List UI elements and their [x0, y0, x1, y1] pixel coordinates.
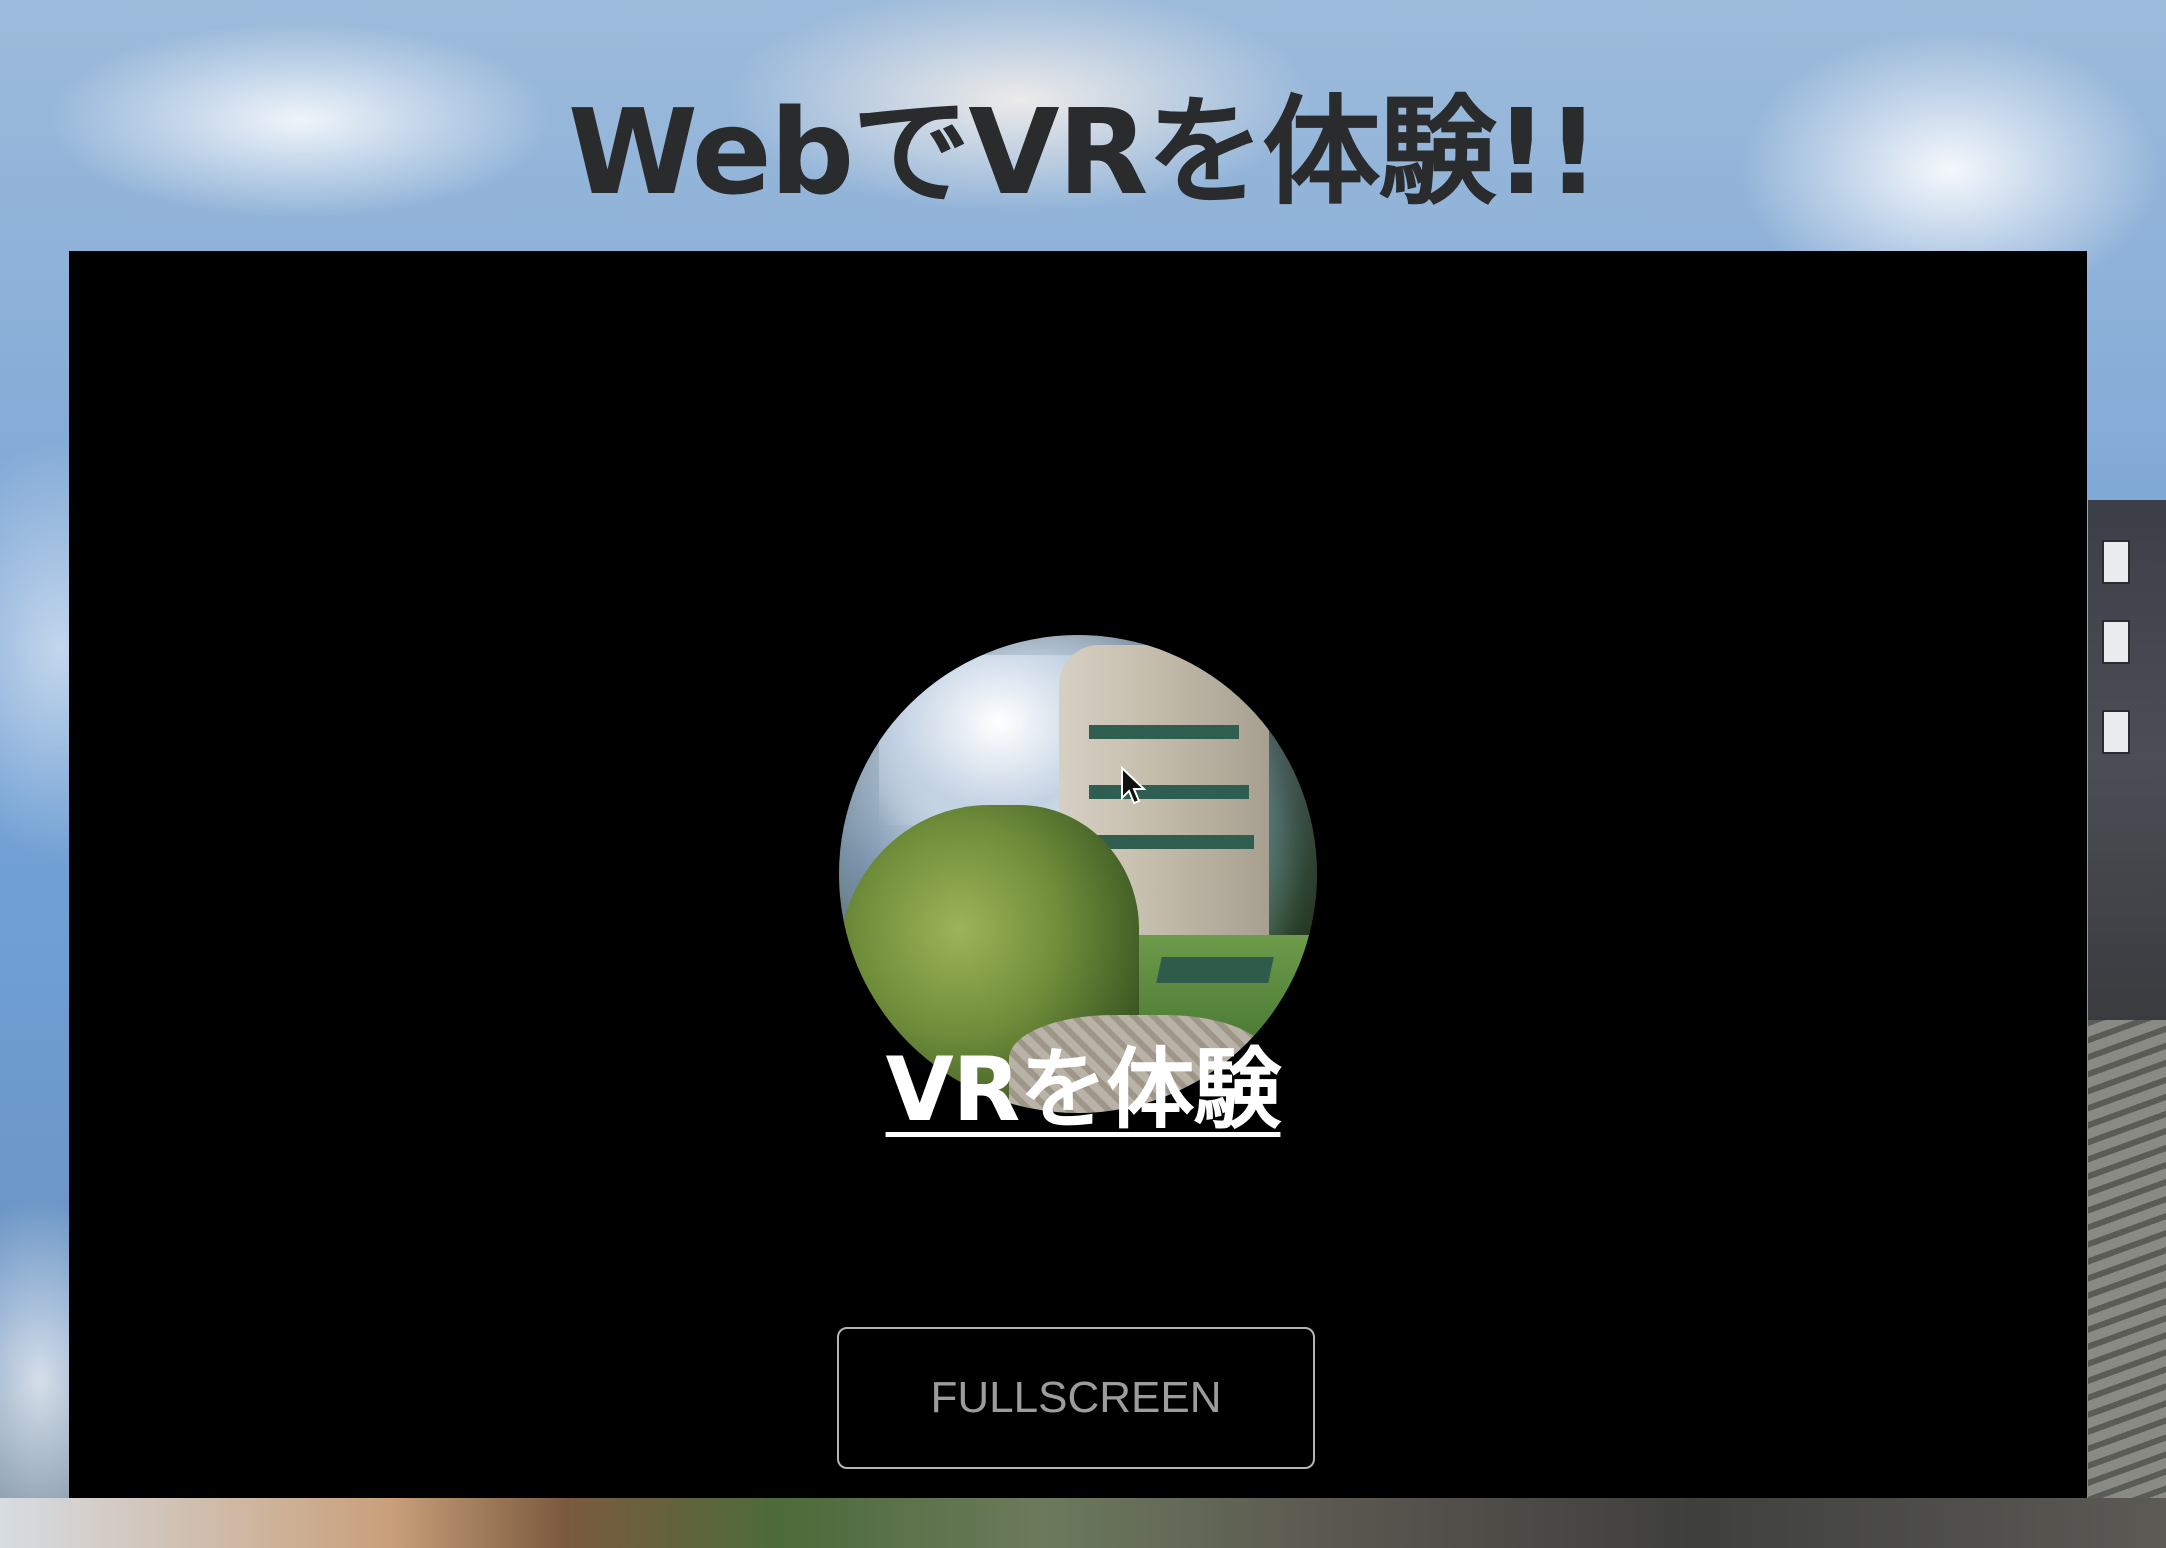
sphere-balcony	[1089, 725, 1239, 739]
vr-viewer[interactable]	[69, 251, 2087, 1498]
sphere-sky	[879, 655, 1079, 825]
sphere-bench	[1156, 957, 1274, 983]
background-ground-strip	[0, 1498, 2166, 1548]
sphere-balcony	[1094, 835, 1254, 849]
building-window	[2102, 710, 2130, 754]
page-title: WebでVRを体験!!	[567, 83, 1600, 221]
fullscreen-button[interactable]: FULLSCREEN	[837, 1327, 1315, 1469]
enter-vr-link[interactable]: VRを体験	[0, 1030, 2166, 1150]
background-building	[2088, 500, 2166, 1020]
building-window	[2102, 540, 2130, 584]
sphere-balcony	[1089, 785, 1249, 799]
arrow-cursor-icon	[1121, 766, 1146, 805]
building-window	[2102, 620, 2130, 664]
